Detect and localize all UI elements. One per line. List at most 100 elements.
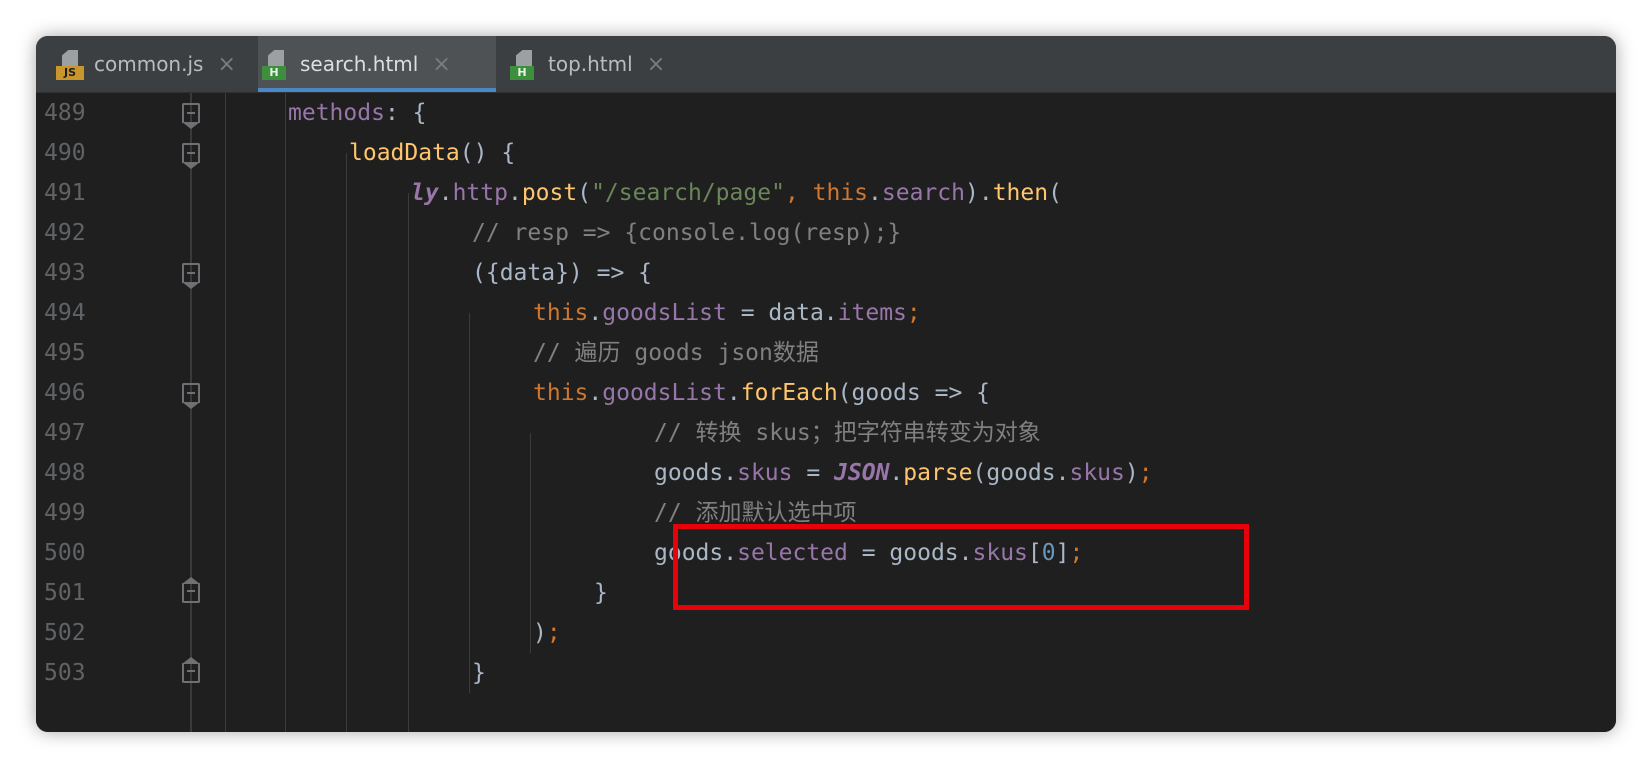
- line-number: 493: [44, 260, 86, 286]
- code-line[interactable]: 497 // 转换 skus；把字符串转变为对象: [36, 413, 1616, 453]
- ide-window: JS common.js × H search.html × H top.htm…: [36, 36, 1616, 732]
- line-number: 498: [44, 460, 86, 486]
- code-token: ly: [411, 180, 439, 206]
- code-line[interactable]: 494 this.goodsList = data.items;: [36, 293, 1616, 333]
- code-token: ): [1124, 460, 1139, 486]
- code-token: http: [452, 180, 508, 206]
- code-token: .: [507, 180, 522, 206]
- code-text: // resp => {console.log(resp);}: [472, 213, 901, 253]
- code-token: }: [472, 660, 486, 686]
- fold-expanded-icon[interactable]: [182, 143, 200, 169]
- fold-end-icon[interactable]: [182, 577, 200, 603]
- line-number: 499: [44, 500, 86, 526]
- code-token: : {: [384, 100, 427, 126]
- fold-end-icon[interactable]: [182, 657, 200, 683]
- code-token: ;: [546, 620, 561, 646]
- code-token: search: [881, 180, 965, 206]
- code-line[interactable]: 495 // 遍历 goods json数据: [36, 333, 1616, 373]
- code-token: .: [588, 380, 603, 406]
- tab-common-js[interactable]: JS common.js ×: [52, 36, 262, 92]
- code-token: then: [992, 180, 1049, 206]
- code-token: .: [588, 300, 603, 326]
- code-token: ): [533, 620, 547, 646]
- code-text: this.goodsList.forEach(goods => {: [533, 373, 990, 413]
- code-text: // 遍历 goods json数据: [533, 333, 819, 373]
- code-token: this: [533, 380, 589, 406]
- code-token: =: [792, 460, 835, 486]
- tab-top-html[interactable]: H top.html ×: [510, 36, 690, 92]
- code-token: ).: [964, 180, 993, 206]
- line-number: 494: [44, 300, 86, 326]
- line-number: 490: [44, 140, 86, 166]
- code-text: loadData() {: [349, 133, 515, 173]
- code-text: // 转换 skus；把字符串转变为对象: [654, 413, 1041, 453]
- close-icon[interactable]: ×: [647, 52, 665, 77]
- html-file-icon: H: [262, 48, 290, 80]
- code-token: .: [726, 380, 741, 406]
- code-token: this: [533, 300, 589, 326]
- line-number: 492: [44, 220, 86, 246]
- code-token: forEach: [740, 380, 838, 406]
- code-token: parse: [903, 460, 973, 486]
- line-number: 491: [44, 180, 86, 206]
- code-token: .: [889, 460, 904, 486]
- code-token: (goods.: [972, 460, 1070, 486]
- code-token: methods: [288, 100, 385, 126]
- code-token: goods.: [654, 460, 738, 486]
- line-number: 489: [44, 100, 86, 126]
- line-number: 500: [44, 540, 86, 566]
- code-text: goods.skus = JSON.parse(goods.skus);: [654, 453, 1153, 493]
- code-line[interactable]: 498 goods.skus = JSON.parse(goods.skus);: [36, 453, 1616, 493]
- code-token: ({data}) => {: [472, 260, 653, 286]
- code-token: skus: [737, 460, 793, 486]
- code-token: // 转换 skus；把字符串转变为对象: [654, 420, 1041, 446]
- close-icon[interactable]: ×: [217, 52, 235, 77]
- fold-expanded-icon[interactable]: [182, 103, 200, 129]
- code-token: = data.: [726, 300, 838, 326]
- code-token: "/search/page": [591, 180, 785, 206]
- code-line[interactable]: 496 this.goodsList.forEach(goods => {: [36, 373, 1616, 413]
- line-number: 503: [44, 660, 86, 686]
- line-number: 496: [44, 380, 86, 406]
- code-line[interactable]: 503}: [36, 653, 1616, 693]
- editor-tab-bar: JS common.js × H search.html × H top.htm…: [36, 36, 1616, 93]
- line-number: 497: [44, 420, 86, 446]
- code-token: // 遍历 goods json数据: [533, 340, 819, 366]
- code-text: ly.http.post("/search/page", this.search…: [411, 173, 1062, 213]
- tab-label: common.js: [94, 52, 204, 76]
- code-token: loadData: [349, 140, 460, 166]
- code-editor[interactable]: 489 methods: {490 loadData() {491 ly.http.p…: [36, 93, 1616, 732]
- code-token: post: [521, 180, 578, 206]
- code-token: (: [577, 180, 592, 206]
- code-line[interactable]: 492 // resp => {console.log(resp);}: [36, 213, 1616, 253]
- code-token: }: [594, 580, 608, 606]
- code-token: (goods => {: [837, 380, 990, 406]
- code-token: skus: [1069, 460, 1125, 486]
- code-token: .: [438, 180, 453, 206]
- code-token: ;: [1138, 460, 1153, 486]
- close-icon[interactable]: ×: [432, 52, 450, 77]
- highlight-annotation-box: [673, 524, 1249, 610]
- code-token: ,: [784, 180, 813, 206]
- line-number: 495: [44, 340, 86, 366]
- code-text: }: [594, 573, 608, 613]
- code-line[interactable]: 491 ly.http.post("/search/page", this.sea…: [36, 173, 1616, 213]
- code-line[interactable]: 489 methods: {: [36, 93, 1616, 133]
- fold-expanded-icon[interactable]: [182, 383, 200, 409]
- code-token: ;: [906, 300, 921, 326]
- code-token: items: [837, 300, 907, 326]
- code-token: (: [1048, 180, 1062, 206]
- code-token: goodsList: [602, 300, 727, 326]
- fold-expanded-icon[interactable]: [182, 263, 200, 289]
- code-text: );: [533, 613, 561, 653]
- code-token: .: [868, 180, 882, 206]
- code-token: JSON: [834, 460, 890, 486]
- tab-search-html[interactable]: H search.html ×: [258, 36, 496, 92]
- code-line[interactable]: 493 ({data}) => {: [36, 253, 1616, 293]
- code-token: goodsList: [602, 380, 727, 406]
- code-token: this: [812, 180, 869, 206]
- code-text: }: [472, 653, 486, 693]
- code-line[interactable]: 502);: [36, 613, 1616, 653]
- code-line[interactable]: 490 loadData() {: [36, 133, 1616, 173]
- code-text: ({data}) => {: [472, 253, 652, 293]
